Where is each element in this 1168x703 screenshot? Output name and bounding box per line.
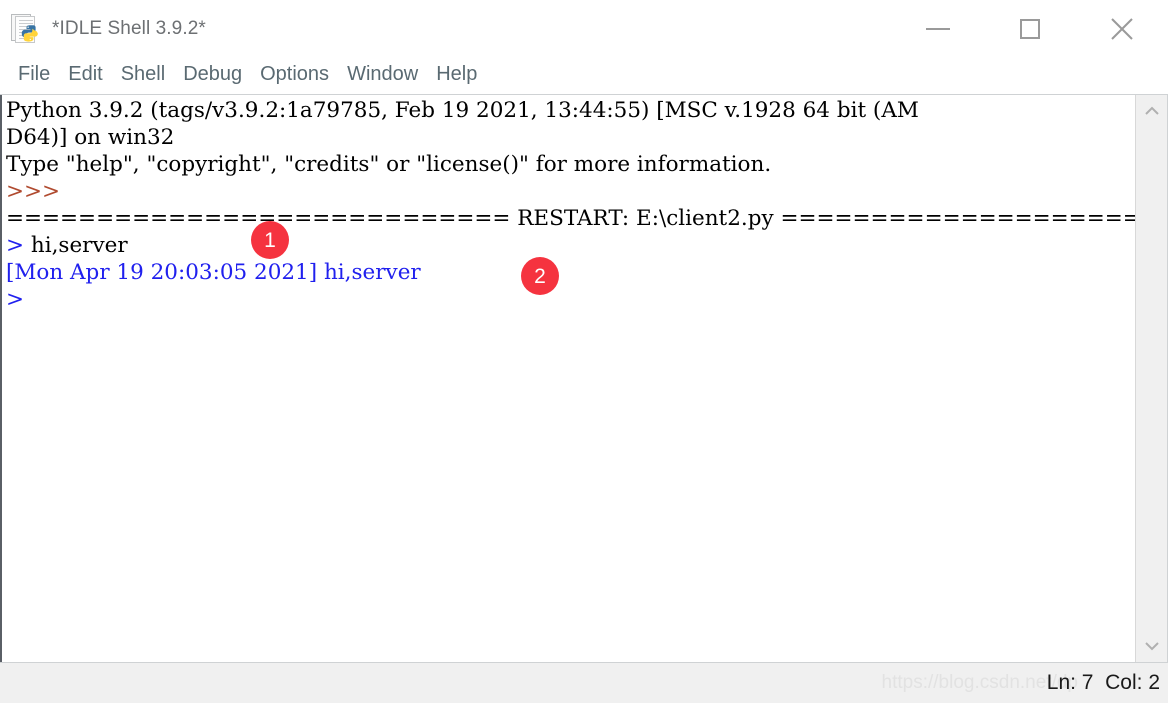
title-bar-left: *IDLE Shell 3.9.2*: [0, 13, 206, 44]
python-file-icon: [10, 13, 40, 44]
shell-text-area-wrapper: Python 3.9.2 (tags/v3.9.2:1a79785, Feb 1…: [0, 95, 1168, 662]
shell-text-segment: [Mon Apr 19 20:03:05 2021] hi,server: [6, 260, 421, 285]
menu-item-debug[interactable]: Debug: [174, 61, 251, 90]
shell-text-segment: hi,server: [30, 233, 128, 258]
shell-line: >: [6, 286, 1135, 313]
idle-shell-window: *IDLE Shell 3.9.2* File Edit Shell Debug…: [0, 0, 1168, 703]
scroll-up-button[interactable]: [1136, 95, 1168, 127]
title-bar: *IDLE Shell 3.9.2*: [0, 0, 1168, 57]
vertical-scrollbar[interactable]: [1135, 95, 1167, 662]
annotation-badge-2: 2: [521, 257, 559, 295]
shell-text-segment: Python 3.9.2 (tags/v3.9.2:1a79785, Feb 1…: [6, 98, 919, 123]
status-line-col: Ln: 7 Col: 2: [1046, 671, 1160, 694]
window-controls: [892, 0, 1168, 57]
python-logo-icon: [21, 24, 38, 42]
shell-text-segment: >: [6, 233, 31, 258]
maximize-icon: [1020, 18, 1040, 39]
menu-item-shell[interactable]: Shell: [112, 61, 174, 90]
menu-bar: File Edit Shell Debug Options Window Hel…: [0, 57, 1168, 95]
scroll-down-button[interactable]: [1136, 630, 1168, 662]
close-button[interactable]: [1076, 0, 1168, 57]
shell-text-segment: D64)] on win32: [6, 125, 175, 150]
menu-item-help[interactable]: Help: [427, 61, 486, 90]
menu-item-window[interactable]: Window: [338, 61, 427, 90]
status-bar: https://blog.csdn.net/dp Ln: 7 Col: 2: [0, 662, 1168, 703]
shell-text-segment: Type "help", "copyright", "credits" or "…: [6, 152, 772, 177]
scrollbar-track[interactable]: [1135, 127, 1167, 630]
menu-item-options[interactable]: Options: [251, 61, 338, 90]
chevron-down-icon: [1144, 642, 1159, 651]
shell-text-segment: >: [6, 287, 25, 312]
shell-line: [Mon Apr 19 20:03:05 2021] hi,server: [6, 259, 1135, 286]
close-icon: [1111, 17, 1133, 40]
shell-line: ============================ RESTART: E:…: [6, 205, 1135, 232]
shell-line: > hi,server: [6, 232, 1135, 259]
shell-text-segment: >>>: [6, 179, 67, 204]
window-title: *IDLE Shell 3.9.2*: [52, 17, 206, 39]
menu-item-edit[interactable]: Edit: [59, 61, 111, 90]
annotation-badge-1: 1: [251, 221, 289, 259]
shell-text-segment: ============================ RESTART: E:…: [6, 206, 1135, 231]
maximize-button[interactable]: [984, 0, 1076, 57]
shell-line: Python 3.9.2 (tags/v3.9.2:1a79785, Feb 1…: [6, 97, 1135, 124]
menu-item-file[interactable]: File: [9, 61, 59, 90]
shell-line: >>>: [6, 178, 1135, 205]
chevron-up-icon: [1144, 106, 1159, 115]
minimize-icon: [926, 27, 950, 30]
shell-line: Type "help", "copyright", "credits" or "…: [6, 151, 1135, 178]
shell-line: D64)] on win32: [6, 124, 1135, 151]
minimize-button[interactable]: [892, 0, 984, 57]
shell-output-text[interactable]: Python 3.9.2 (tags/v3.9.2:1a79785, Feb 1…: [2, 95, 1135, 662]
